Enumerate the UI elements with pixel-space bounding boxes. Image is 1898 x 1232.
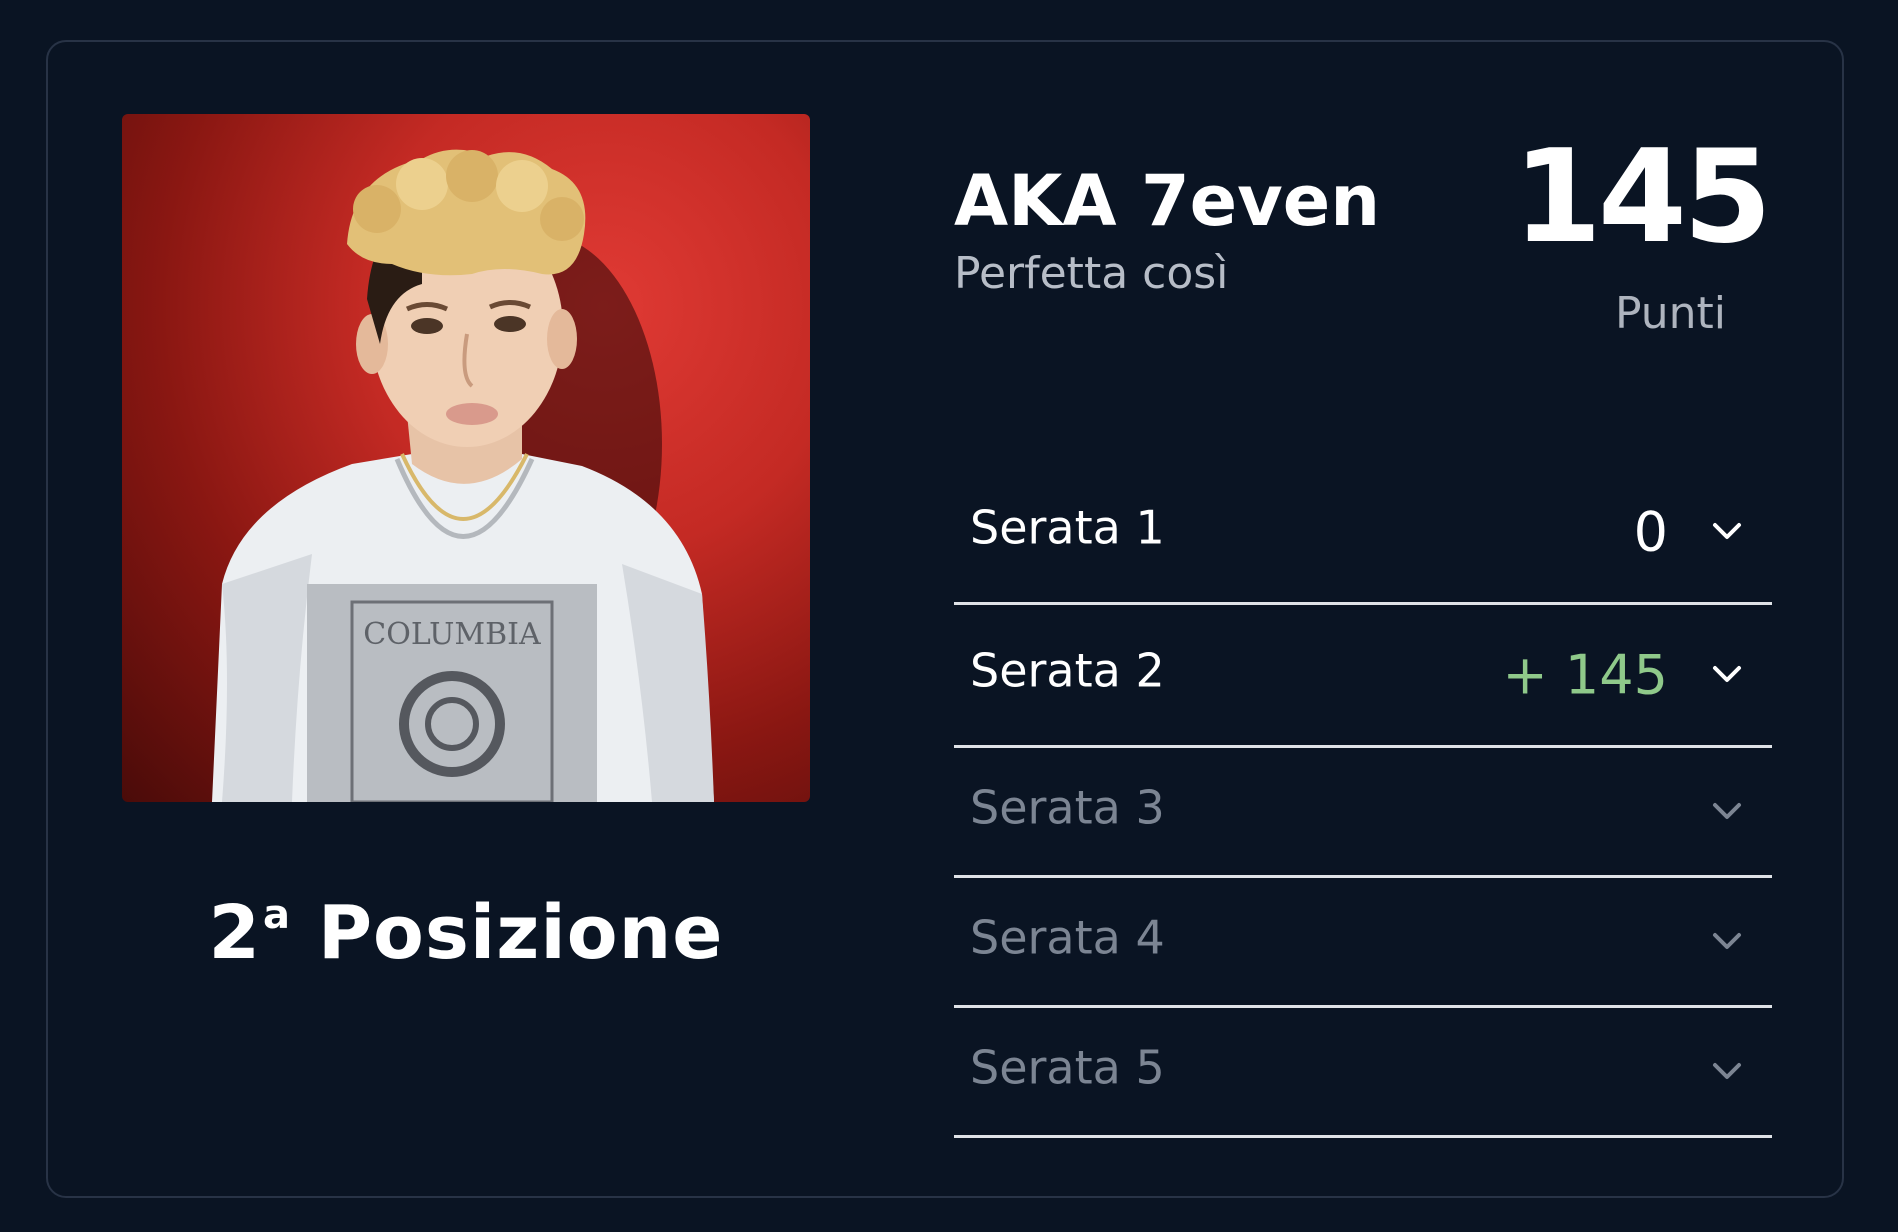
night-label: Serata 5 bbox=[970, 1040, 1165, 1095]
night-label: Serata 4 bbox=[970, 910, 1165, 965]
night-row-2[interactable]: Serata 2 + 145 bbox=[954, 605, 1772, 748]
night-row-5[interactable]: Serata 5 bbox=[954, 1008, 1772, 1138]
night-row-3[interactable]: Serata 3 bbox=[954, 748, 1772, 878]
chevron-down-icon[interactable] bbox=[1712, 664, 1742, 684]
svg-text:COLUMBIA: COLUMBIA bbox=[363, 617, 541, 652]
night-label: Serata 3 bbox=[970, 780, 1165, 835]
night-label: Serata 2 bbox=[970, 643, 1165, 698]
artist-name: AKA 7even bbox=[954, 160, 1381, 242]
chevron-down-icon[interactable] bbox=[1712, 1061, 1742, 1081]
total-score: 145 Punti bbox=[1468, 123, 1772, 340]
artist-card: COLUMBIA 2a Posizione AKA 7even Perfetta… bbox=[46, 40, 1844, 1198]
score-label: Punti bbox=[1614, 288, 1726, 339]
night-row-1[interactable]: Serata 1 0 bbox=[954, 462, 1772, 605]
chevron-down-icon[interactable] bbox=[1712, 521, 1742, 541]
nights-accordion: Serata 1 0 Serata 2 + 145 Serata 3 Serat… bbox=[954, 462, 1772, 1138]
night-points: 0 bbox=[1633, 500, 1668, 564]
chevron-down-icon[interactable] bbox=[1712, 931, 1742, 951]
rank-suffix: a bbox=[263, 892, 292, 938]
night-label: Serata 1 bbox=[970, 500, 1165, 555]
rank-number: 2 bbox=[208, 890, 262, 976]
artist-photo: COLUMBIA bbox=[122, 114, 810, 802]
night-points: + 145 bbox=[1502, 643, 1668, 707]
chevron-down-icon[interactable] bbox=[1712, 801, 1742, 821]
score-value: 145 bbox=[1512, 123, 1772, 272]
rank-position: 2a Posizione bbox=[122, 890, 810, 976]
rank-word: Posizione bbox=[317, 890, 724, 976]
night-row-4[interactable]: Serata 4 bbox=[954, 878, 1772, 1008]
song-title: Perfetta così bbox=[954, 248, 1229, 299]
